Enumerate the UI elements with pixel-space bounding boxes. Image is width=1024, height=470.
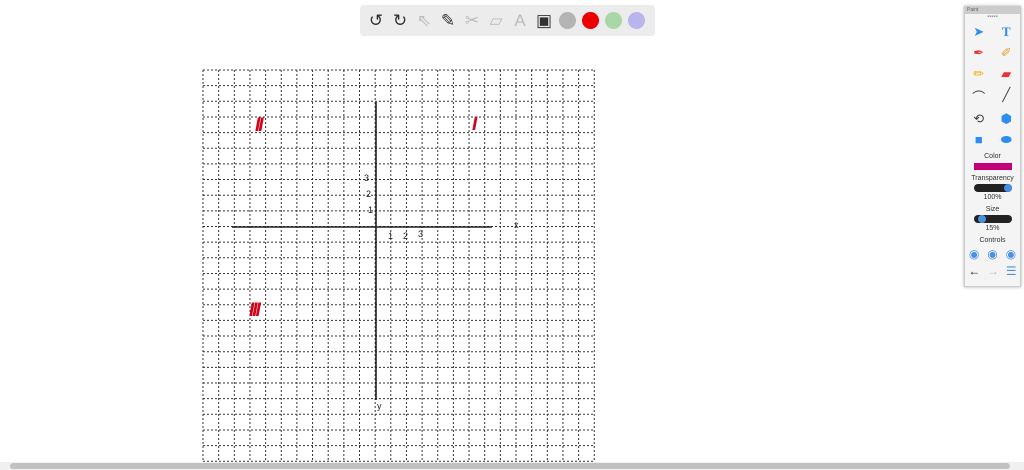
select-icon[interactable]: ➤ — [965, 24, 993, 40]
menu-icon[interactable]: ☰ — [1006, 264, 1017, 278]
transparency-value: 100% — [983, 194, 1002, 201]
x-axis-label: x — [514, 220, 519, 230]
quadrant-label-3: III — [249, 300, 261, 321]
color-label: Color — [984, 153, 1001, 160]
text-icon[interactable]: T — [993, 24, 1021, 40]
size-slider[interactable] — [973, 215, 1012, 223]
ellipse-icon[interactable]: ⬬ — [993, 132, 1021, 148]
panel-title[interactable]: Paint — [965, 7, 1020, 14]
transparency-label: Transparency — [971, 175, 1014, 182]
y-tick: 2 — [366, 189, 372, 199]
quadrant-label-1: I — [472, 114, 477, 135]
x-tick: 2 — [403, 231, 409, 241]
save-icon[interactable]: ◉ — [1006, 247, 1016, 261]
fill-icon[interactable]: ✐ — [993, 45, 1021, 61]
transparency-slider[interactable] — [973, 184, 1012, 192]
polyline-icon[interactable]: ⟲ — [965, 111, 993, 127]
forward-arrow-icon[interactable]: → — [987, 264, 999, 278]
back-arrow-icon[interactable]: ← — [968, 264, 980, 278]
scrollbar-thumb[interactable] — [10, 463, 1010, 469]
x-tick: 1 — [388, 231, 394, 241]
slider-knob[interactable] — [1003, 184, 1012, 192]
paint-panel: Paint ▪▪▪▪▪ ➤ T ✒ ✐ ✏ ▰ ⌒ ╱ ⟲ ⬢ ■ ⬬ Color Tran… — [964, 6, 1021, 287]
x-tick: 3 — [418, 229, 424, 239]
curve-icon[interactable]: ⌒ — [965, 87, 993, 106]
controls-label: Controls — [979, 237, 1006, 244]
settings-icon[interactable]: ◉ — [987, 247, 997, 261]
eraser-icon[interactable]: ▰ — [993, 66, 1021, 82]
y-axis-label: y — [377, 401, 382, 411]
quadrant-label-2: II — [255, 115, 263, 136]
size-value: 15% — [985, 225, 1000, 232]
rectangle-icon[interactable]: ■ — [965, 132, 993, 148]
y-tick: 1 — [368, 205, 374, 215]
color-swatch[interactable] — [973, 163, 1012, 170]
delete-icon[interactable]: ◉ — [969, 247, 979, 261]
eyedropper-icon[interactable]: ✒ — [965, 45, 993, 61]
graph-grid — [202, 69, 595, 462]
y-tick: 3 — [364, 173, 370, 183]
size-label: Size — [985, 206, 1000, 213]
line-icon[interactable]: ╱ — [993, 87, 1021, 106]
pencil-icon[interactable]: ✏ — [965, 66, 993, 82]
polygon-icon[interactable]: ⬢ — [993, 111, 1021, 127]
slider-knob[interactable] — [978, 215, 986, 223]
horizontal-scrollbar[interactable] — [0, 462, 1024, 470]
drag-handle-icon[interactable]: ▪▪▪▪▪ — [965, 14, 1020, 20]
